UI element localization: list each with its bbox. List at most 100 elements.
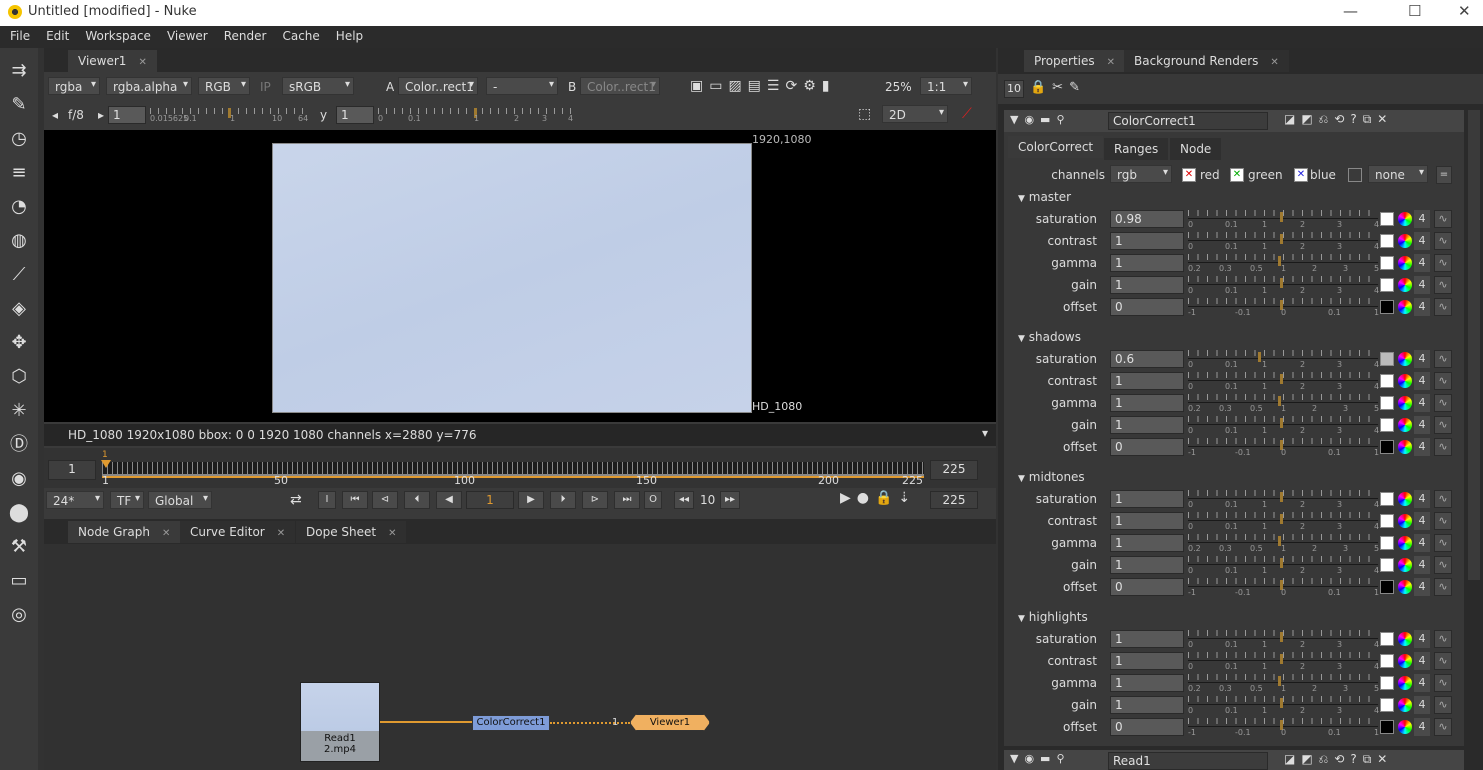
animation-curve-icon[interactable]: ∿ [1434,254,1452,272]
color-swatch[interactable] [1380,514,1394,528]
gamma-field[interactable]: 1 [336,106,374,124]
close-icon[interactable]: ✕ [277,528,285,539]
read-node-name-field[interactable]: Read1 [1108,752,1268,770]
contrast-value-field[interactable]: 1 [1110,372,1184,390]
channel-split-button[interactable]: 4 [1414,578,1430,596]
gain-slider[interactable]: 0 0.1 1 2 3 4 [1188,276,1379,295]
time-tools-icon[interactable]: ◷ [8,128,30,150]
color-wheel-icon[interactable] [1398,352,1412,366]
channel-split-button[interactable]: 4 [1414,696,1430,714]
animation-curve-icon[interactable]: ∿ [1434,276,1452,294]
particles-tools-icon[interactable]: ✳ [8,400,30,422]
playhead[interactable] [101,460,111,468]
zoom-level[interactable]: 25% [885,80,912,94]
color-swatch[interactable] [1380,300,1394,314]
fstop-label[interactable]: f/8 [68,108,84,122]
collapse-icon[interactable]: ▼ [1018,614,1025,624]
timeline-bar[interactable] [102,462,924,476]
viewer-buttons[interactable]: ▣▭▨▤☰⟳⚙▮ [690,78,835,94]
contrast-slider[interactable]: 0 0.1 1 2 3 4 [1188,372,1379,391]
color-swatch[interactable] [1380,492,1394,506]
node-header-buttons[interactable]: ◪◩⎌⟲?⧉✕ [1284,112,1393,127]
animation-curve-icon[interactable]: ∿ [1434,652,1452,670]
collapse-icon[interactable]: ▼ [1018,474,1025,484]
offset-slider[interactable]: -1 -0.1 0 0.1 1 [1188,578,1379,597]
section-shadows[interactable]: ▼ shadows [1018,330,1081,344]
color-swatch[interactable] [1380,234,1394,248]
color-swatch[interactable] [1380,720,1394,734]
gain-slider[interactable]: 0.015625 0.1 1 10 64 [150,106,310,124]
views-tools-icon[interactable]: ◉ [8,468,30,490]
color-swatch[interactable] [1380,580,1394,594]
color-swatch[interactable] [1380,352,1394,366]
color-wheel-icon[interactable] [1398,212,1412,226]
channel-split-button[interactable]: 4 [1414,394,1430,412]
timeline-end[interactable]: 225 [930,460,978,480]
channel-split-button[interactable]: 4 [1414,718,1430,736]
menu-help[interactable]: Help [326,26,369,43]
tab-viewer1[interactable]: Viewer1 ✕ [68,50,157,72]
display-channels-dropdown[interactable]: RGB [198,77,250,95]
current-frame-field[interactable]: 1 [466,491,514,509]
color-wheel-icon[interactable] [1398,396,1412,410]
collapse-icon[interactable]: ▼ [1018,194,1025,204]
animation-curve-icon[interactable]: ∿ [1434,512,1452,530]
offset-slider[interactable]: -1 -0.1 0 0.1 1 [1188,718,1379,737]
tab-dope-sheet[interactable]: Dope Sheet ✕ [296,521,407,543]
color-swatch[interactable] [1380,632,1394,646]
tab-properties[interactable]: Properties ✕ [1024,50,1126,72]
play-forward-button[interactable]: ▶ [518,491,544,509]
animation-curve-icon[interactable]: ∿ [1434,372,1452,390]
red-checkbox[interactable]: ✕ [1182,168,1196,182]
animation-curve-icon[interactable]: ∿ [1434,718,1452,736]
tf-dropdown[interactable]: TF [110,491,144,509]
deep-tools-icon[interactable]: Ⓓ [8,434,30,456]
color-swatch[interactable] [1380,440,1394,454]
first-frame-button[interactable]: ⏮ [342,491,368,509]
fps-dropdown[interactable]: 24* [46,491,104,509]
node-graph[interactable]: Read1 2.mp4 ColorCorrect1 1 Viewer1 [44,544,996,770]
close-icon[interactable]: ✕ [162,528,170,539]
offset-value-field[interactable]: 0 [1110,298,1184,316]
animation-curve-icon[interactable]: ∿ [1434,298,1452,316]
channel-split-button[interactable]: 4 [1414,210,1430,228]
color-wheel-icon[interactable] [1398,492,1412,506]
gamma-value-field[interactable]: 1 [1110,674,1184,692]
channel-split-button[interactable]: 4 [1414,416,1430,434]
step-forward-button[interactable]: ▸▸ [720,491,740,509]
lut-dropdown[interactable]: sRGB [282,77,354,95]
in-point-button[interactable]: I [318,491,336,509]
read-header-icons[interactable]: ▼◉▬⚲ [1010,752,1071,765]
roi-icon[interactable]: ⬚ [858,106,871,122]
merge-tools-icon[interactable]: ◈ [8,298,30,320]
layer-dropdown[interactable]: rgba [48,77,100,95]
animation-curve-icon[interactable]: ∿ [1434,350,1452,368]
out-point-button[interactable]: O [644,491,662,509]
color-tools-icon[interactable]: ◔ [8,196,30,218]
mask-dropdown[interactable]: none [1368,165,1428,183]
animation-curve-icon[interactable]: ∿ [1434,630,1452,648]
green-checkbox[interactable]: ✕ [1230,168,1244,182]
timeline-start[interactable]: 1 [48,460,96,480]
playback-options-icons[interactable]: ▶●🔒⇣ [840,490,916,506]
collapse-icon[interactable]: ▼ [1018,334,1025,344]
transform-tools-icon[interactable]: ✥ [8,332,30,354]
color-wheel-icon[interactable] [1398,418,1412,432]
next-fstop-icon[interactable]: ▸ [98,108,104,122]
menu-render[interactable]: Render [214,26,273,43]
animation-curve-icon[interactable]: ∿ [1434,696,1452,714]
ratio-dropdown[interactable]: 1:1 [920,77,972,95]
saturation-slider[interactable]: 0 0.1 1 2 3 4 [1188,350,1379,369]
animation-curve-icon[interactable]: ∿ [1434,490,1452,508]
saturation-value-field[interactable]: 1 [1110,490,1184,508]
gain-slider[interactable]: 0 0.1 1 2 3 4 [1188,556,1379,575]
channel-split-button[interactable]: 4 [1414,630,1430,648]
color-wheel-icon[interactable] [1398,374,1412,388]
channel-split-button[interactable]: 4 [1414,350,1430,368]
furnace-icon[interactable]: ◎ [8,604,30,626]
gamma-slider[interactable]: 0.2 0.3 0.5 1 2 3 5 [1188,674,1379,693]
metadata-tools-icon[interactable]: ⬤ [8,502,30,524]
tab-node-graph[interactable]: Node Graph ✕ [68,521,181,543]
close-icon[interactable]: ✕ [388,528,396,539]
node-name-field[interactable]: ColorCorrect1 [1108,112,1268,130]
